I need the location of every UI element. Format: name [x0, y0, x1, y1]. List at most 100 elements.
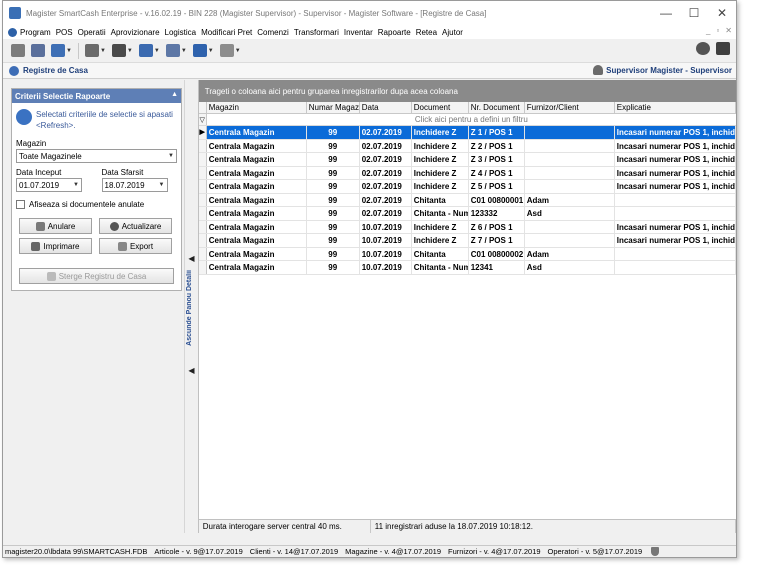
row-indicator[interactable] — [198, 247, 207, 260]
row-indicator[interactable] — [198, 193, 207, 206]
row-indicator[interactable] — [198, 139, 207, 152]
status-clienti: Clienti - v. 14@17.07.2019 — [249, 547, 339, 556]
exit-icon[interactable] — [716, 42, 730, 55]
column-header-data[interactable]: Data — [360, 102, 412, 113]
registry-icon — [9, 65, 19, 76]
row-indicator[interactable] — [198, 220, 207, 233]
table-row[interactable]: Centrala Magazin 99 02.07.2019 Inchidere ZZ… — [198, 139, 736, 153]
row-indicator[interactable] — [198, 180, 207, 193]
table-row[interactable]: Centrala Magazin 99 02.07.2019 Chitanta C01 … — [198, 193, 736, 207]
table-row[interactable]: Centrala Magazin 99 10.07.2019 Inchidere ZZ… — [198, 220, 736, 234]
date-end-value: 18.07.2019 — [104, 180, 145, 190]
column-header-nr-document[interactable]: Nr. Document — [469, 102, 525, 113]
cell-magazin: Centrala Magazin — [207, 220, 307, 233]
cell-magazin: Centrala Magazin — [207, 247, 307, 260]
menu-pos[interactable]: POS — [56, 28, 78, 37]
document-menu-icon[interactable] — [8, 27, 17, 37]
group-by-area[interactable]: Trageti o coloana aici pentru gruparea i… — [198, 80, 736, 102]
menu-retea[interactable]: Retea — [416, 28, 442, 37]
filter-header: Criterii Selectie Rapoarte ▲ — [12, 89, 181, 103]
maximize-button[interactable]: ☐ — [680, 1, 708, 25]
toolbar-pos-button[interactable]: ▼ — [110, 42, 135, 60]
menu-comenzi[interactable]: Comenzi — [257, 28, 294, 37]
column-header-magazin[interactable]: Magazin — [207, 102, 307, 113]
details-splitter[interactable]: ◀ Ascunde Panou Detalii ◀ — [184, 80, 198, 533]
toolbar-print-button[interactable] — [9, 42, 27, 60]
toolbar-export-button[interactable]: ▼ — [218, 42, 243, 60]
chevron-down-icon: ▼ — [234, 47, 241, 54]
mdi-minimize-button[interactable]: _ — [706, 26, 710, 35]
filter-panel: Criterii Selectie Rapoarte ▲ Selectati c… — [11, 88, 182, 291]
chevron-left-icon[interactable]: ◀ — [188, 254, 194, 263]
toolbar-document-button[interactable]: ▼ — [164, 42, 189, 60]
show-cancelled-checkbox-row[interactable]: Afiseaza si documentele anulate — [12, 200, 181, 209]
chevron-down-icon: ▼ — [126, 47, 133, 54]
table-row[interactable]: Centrala Magazin 99 10.07.2019 Chitanta - N… — [198, 261, 736, 275]
show-cancelled-checkbox[interactable] — [16, 200, 25, 209]
table-row[interactable]: Centrala Magazin 99 02.07.2019 Inchidere ZZ… — [198, 166, 736, 180]
cell-furnizor-client — [525, 234, 615, 247]
chevron-left-icon[interactable]: ◀ — [188, 366, 194, 375]
print-button[interactable]: Imprimare — [19, 238, 92, 254]
row-indicator[interactable] — [198, 261, 207, 274]
cancel-button[interactable]: Anulare — [19, 218, 92, 234]
status-operatori: Operatori - v. 5@17.07.2019 — [547, 547, 643, 556]
cell-numar-magazin: 99 — [307, 139, 360, 152]
table-row[interactable]: Centrala Magazin 99 10.07.2019 Inchidere ZZ… — [198, 234, 736, 248]
minimize-button[interactable]: — — [652, 1, 680, 25]
document-header: Registre de Casa Supervisor Magister - S… — [3, 63, 736, 79]
date-start-input[interactable]: 01.07.2019 ▼ — [16, 178, 82, 192]
cell-furnizor-client — [525, 180, 615, 193]
menu-rapoarte[interactable]: Rapoarte — [378, 28, 416, 37]
menu-program[interactable]: Program — [20, 28, 56, 37]
menu-ajutor[interactable]: Ajutor — [442, 28, 468, 37]
toolbar-user-button[interactable]: ▼ — [49, 42, 74, 60]
export-button[interactable]: Export — [99, 238, 172, 254]
menu-aprovizionare[interactable]: Aprovizionare — [111, 28, 165, 37]
magazin-select[interactable]: Toate Magazinele ▼ — [16, 149, 177, 163]
column-header-furnizor-client[interactable]: Furnizor/Client — [525, 102, 615, 113]
table-row[interactable]: Centrala Magazin 99 10.07.2019 Chitanta C01 … — [198, 247, 736, 261]
row-indicator[interactable]: ▶ — [198, 126, 207, 139]
toolbar-transfer-button[interactable]: ▼ — [137, 42, 162, 60]
cell-magazin: Centrala Magazin — [207, 126, 307, 139]
menu-operatii[interactable]: Operatii — [78, 28, 111, 37]
menu-inventar[interactable]: Inventar — [344, 28, 378, 37]
column-header-numar-magazin[interactable]: Numar Magazin — [307, 102, 360, 113]
close-button[interactable]: ✕ — [708, 1, 736, 25]
menu-transformari[interactable]: Transformari — [294, 28, 344, 37]
chevron-up-icon[interactable]: ▲ — [171, 91, 178, 98]
mdi-close-button[interactable]: ✕ — [725, 26, 732, 35]
help-icon[interactable] — [696, 42, 710, 55]
hide-details-label[interactable]: Ascunde Panou Detalii — [186, 270, 193, 346]
table-row[interactable]: Centrala Magazin 99 02.07.2019 Inchidere ZZ… — [198, 180, 736, 194]
date-start-value: 01.07.2019 — [19, 180, 60, 190]
column-header-explicatie[interactable]: Explicatie — [615, 102, 736, 113]
toolbar-cash-register-button[interactable] — [29, 42, 47, 60]
menu-logistica[interactable]: Logistica — [165, 28, 202, 37]
table-row[interactable]: Centrala Magazin 99 02.07.2019 Inchidere ZZ… — [198, 153, 736, 167]
toolbar-settings-button[interactable]: ▼ — [83, 42, 108, 60]
table-row[interactable]: ▶ Centrala Magazin 99 02.07.2019 Inchidere Z… — [198, 126, 736, 140]
table-row[interactable]: Centrala Magazin 99 02.07.2019 Chitanta - N… — [198, 207, 736, 221]
column-header-document[interactable]: Document — [412, 102, 469, 113]
cell-data: 10.07.2019 — [360, 220, 412, 233]
date-end-input[interactable]: 18.07.2019 ▼ — [101, 178, 168, 192]
row-indicator[interactable] — [198, 207, 207, 220]
menu-modificari-pret[interactable]: Modificari Pret — [201, 28, 257, 37]
grid-filter-row[interactable]: ▽ Click aici pentru a defini un filtru — [198, 114, 736, 126]
cell-document: Chitanta - Num — [413, 207, 469, 220]
toolbar-network-button[interactable]: ▼ — [191, 42, 216, 60]
refresh-button[interactable]: Actualizare — [99, 218, 172, 234]
row-indicator[interactable] — [198, 166, 207, 179]
cell-explicatie: Incasari numerar POS 1, inchid — [616, 220, 736, 233]
chevron-down-icon: ▼ — [66, 47, 72, 54]
mdi-restore-button[interactable]: ▫ — [716, 26, 719, 35]
delete-registry-button[interactable]: Sterge Registru de Casa — [19, 268, 174, 284]
pos-icon — [111, 44, 126, 57]
row-indicator[interactable] — [198, 234, 207, 247]
cell-furnizor-client — [525, 139, 615, 152]
cell-numar-magazin: 99 — [307, 234, 360, 247]
database-path: magister20.0\lbdata 99\SMARTCASH.FDB — [5, 547, 148, 556]
row-indicator[interactable] — [198, 153, 207, 166]
